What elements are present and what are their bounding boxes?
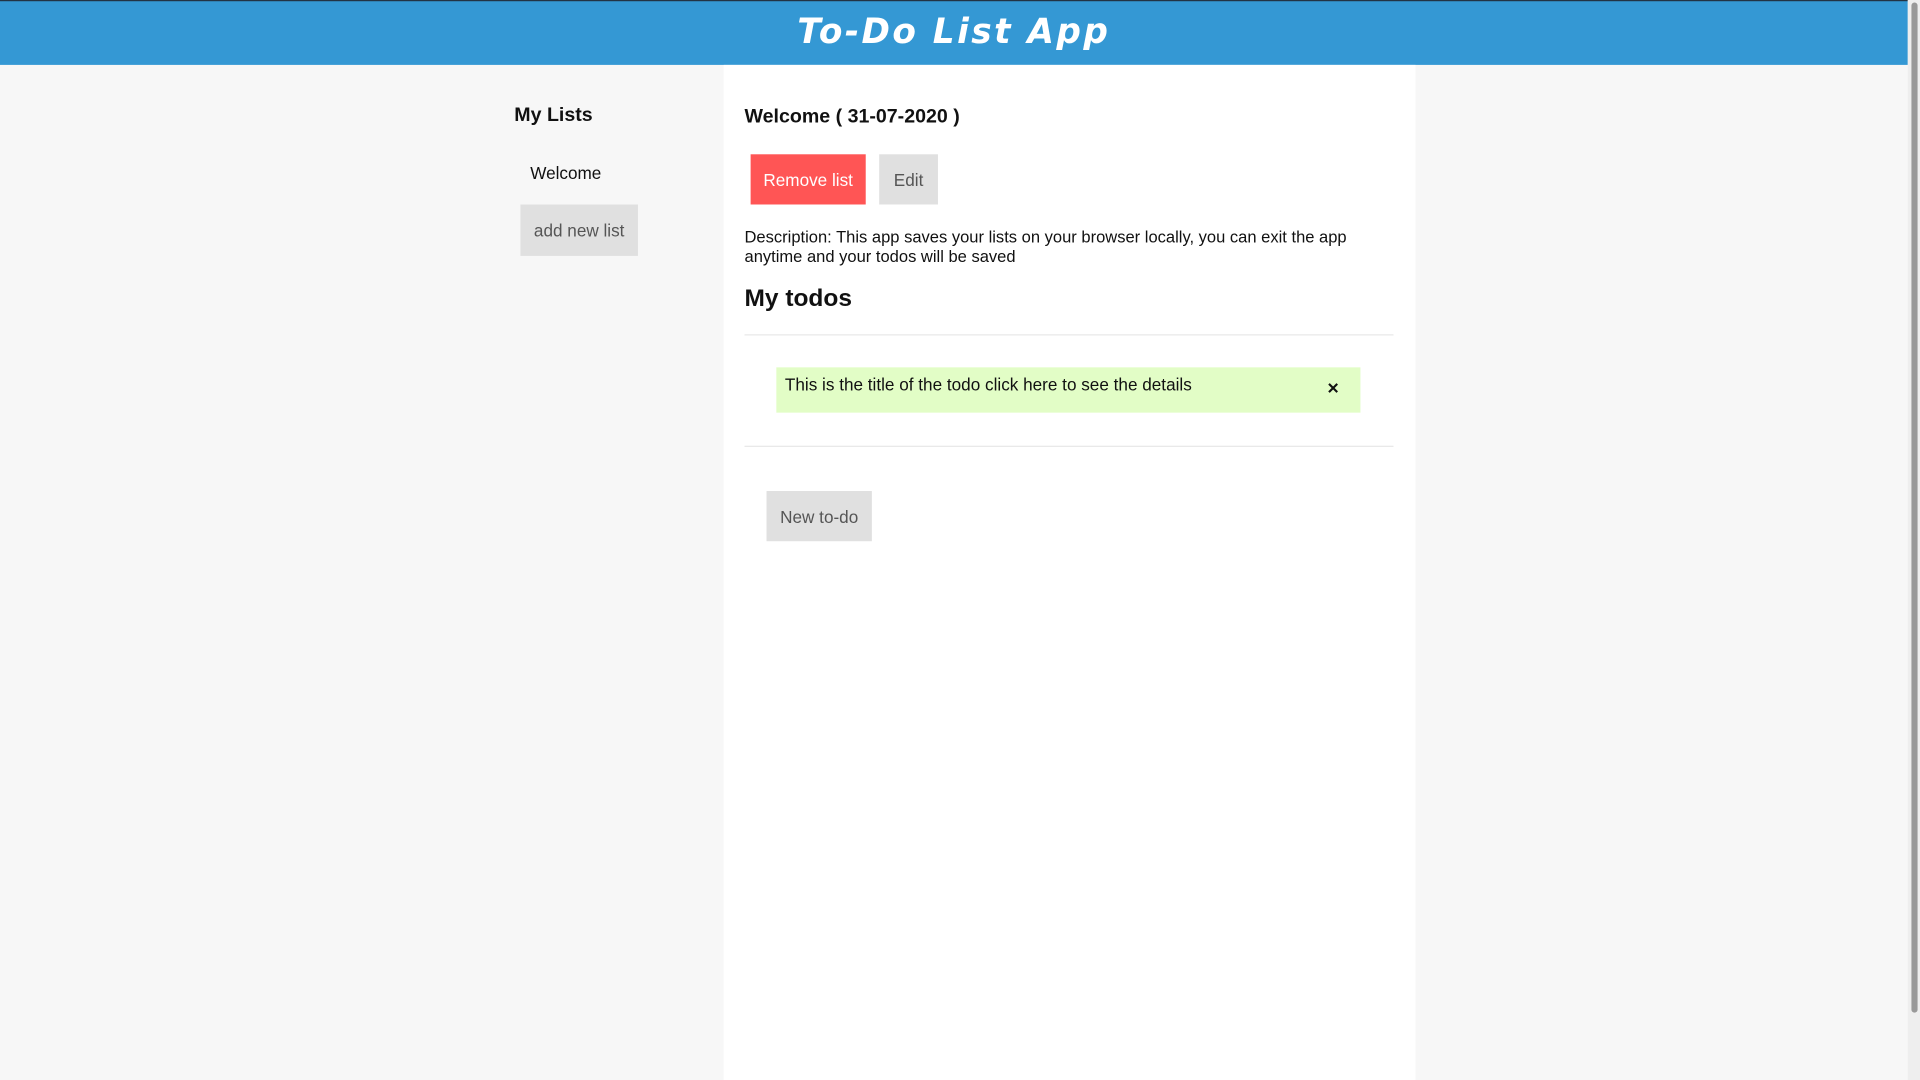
- todo-item[interactable]: This is the title of the todo click here…: [776, 367, 1361, 413]
- app-header: To-Do List App: [0, 0, 1908, 65]
- list-title: Welcome ( 31-07-2020 ): [744, 106, 960, 128]
- todos-heading: My todos: [744, 285, 852, 313]
- app-title: To-Do List App: [797, 11, 1111, 52]
- edit-button[interactable]: Edit: [879, 154, 938, 205]
- new-todo-button[interactable]: New to-do: [766, 491, 872, 542]
- add-new-list-button[interactable]: add new list: [520, 204, 638, 256]
- divider: [744, 445, 1394, 447]
- scrollbar-thumb[interactable]: [1911, 2, 1918, 1013]
- app: To-Do List App My Lists Welcome add new …: [0, 0, 1920, 1080]
- list-description: Description: This app saves your lists o…: [744, 227, 1347, 266]
- divider: [744, 334, 1394, 336]
- todo-title[interactable]: This is the title of the todo click here…: [785, 375, 1192, 395]
- close-icon[interactable]: ×: [1327, 378, 1338, 400]
- remove-list-button[interactable]: Remove list: [750, 154, 866, 205]
- sidebar-title: My Lists: [514, 105, 593, 127]
- sidebar-item-welcome[interactable]: Welcome: [530, 163, 601, 183]
- main-panel: Welcome ( 31-07-2020 ) Remove list Edit …: [723, 64, 1416, 1080]
